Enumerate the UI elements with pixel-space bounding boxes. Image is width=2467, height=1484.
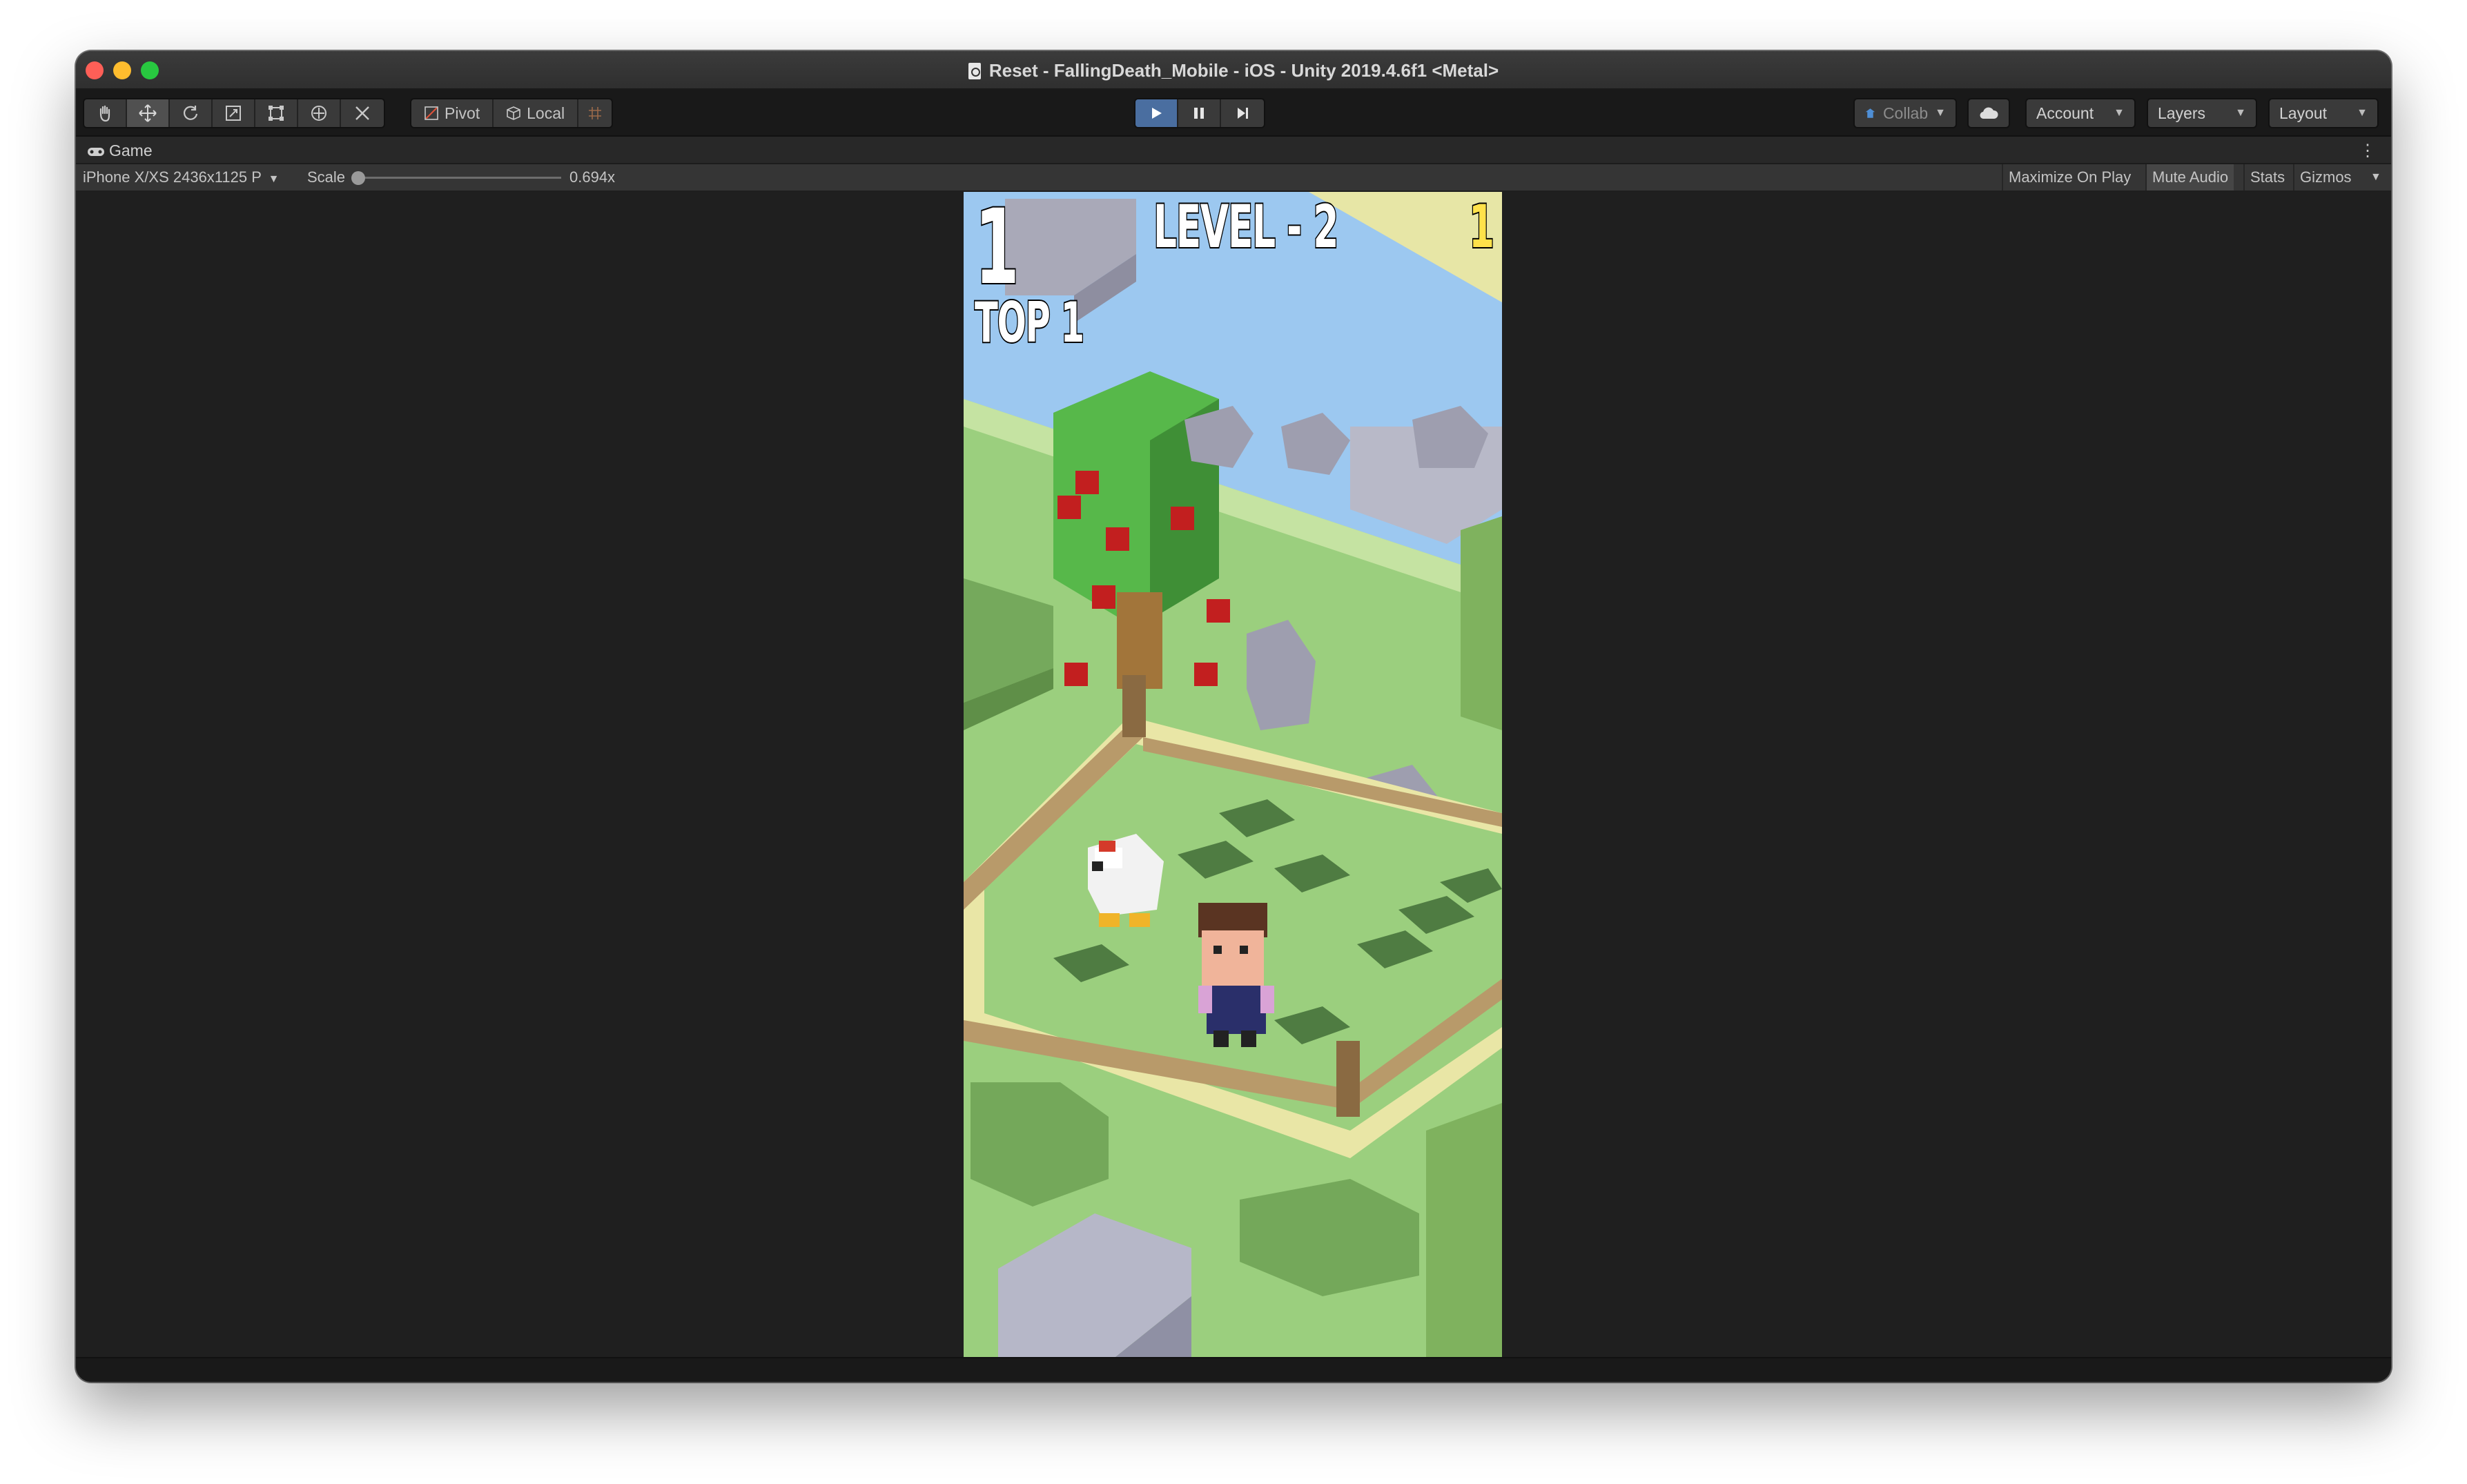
mute-audio-toggle[interactable]: Mute Audio (2145, 164, 2234, 191)
apple (1057, 496, 1081, 519)
right-terrace-front (1426, 1103, 1502, 1357)
pause-icon (1194, 108, 1204, 119)
cloud-services-button[interactable] (1967, 98, 2010, 128)
transform-tool-button[interactable] (298, 99, 341, 127)
gizmos-toggle[interactable]: Gizmos (2293, 164, 2357, 191)
transform-tool-icon (311, 106, 326, 121)
scale-value: 0.694x (569, 168, 616, 186)
grid-snap-icon (589, 107, 602, 119)
game-tab-bar: Game ⋮ (76, 137, 2391, 164)
chevron-down-icon: ▼ (2235, 107, 2246, 119)
chevron-down-icon: ▼ (268, 173, 280, 185)
cloud-icon (1980, 107, 1998, 119)
apple (1171, 507, 1194, 530)
unity-editor-window: Reset - FallingDeath_Mobile - iOS - Unit… (76, 51, 2391, 1382)
apple (1106, 527, 1129, 551)
resolution-label: iPhone X/XS 2436x1125 P (83, 168, 262, 186)
maximize-on-play-toggle[interactable]: Maximize On Play (2002, 164, 2136, 191)
window-title-text: Reset - FallingDeath_Mobile - iOS - Unit… (988, 60, 1499, 81)
hand-tool-button[interactable] (84, 99, 127, 127)
stats-toggle[interactable]: Stats (2243, 164, 2290, 191)
collab-icon (1865, 108, 1875, 118)
grid-snap-button[interactable] (578, 99, 612, 127)
local-toggle[interactable]: Local (494, 99, 579, 127)
unity-scene-icon (968, 63, 981, 79)
pivot-icon (425, 106, 438, 120)
collab-button[interactable]: Collab ▼ (1853, 98, 1957, 128)
scale-slider-track[interactable] (355, 177, 561, 179)
resolution-dropdown[interactable]: iPhone X/XS 2436x1125 P ▼ (83, 164, 279, 191)
coin-counter: 1 (1468, 193, 1496, 262)
fence-post (1122, 675, 1146, 737)
apple (1207, 599, 1230, 623)
status-bar (76, 1357, 2391, 1382)
scale-slider-handle[interactable] (351, 171, 365, 185)
play-icon (1152, 108, 1162, 119)
account-label: Account (2036, 104, 2094, 122)
chevron-down-icon: ▼ (2357, 107, 2368, 119)
tree-trunk (1117, 592, 1162, 689)
local-cube-icon (507, 106, 520, 120)
game-scene (964, 192, 1502, 1357)
transform-tools (83, 98, 385, 128)
level-indicator: LEVEL - 2 (1153, 193, 1340, 262)
gamepad-icon (88, 148, 104, 156)
layout-label: Layout (2279, 104, 2328, 122)
chevron-down-icon: ▼ (1935, 107, 1946, 119)
game-canvas[interactable]: 1 TOP 1 LEVEL - 2 1 (964, 192, 1502, 1357)
account-dropdown[interactable]: Account ▼ (2025, 98, 2136, 128)
scale-label: Scale (307, 168, 346, 186)
score-counter: 1 (974, 192, 1020, 308)
step-button[interactable] (1221, 99, 1264, 127)
pivot-label: Pivot (445, 104, 480, 122)
game-tab-label: Game (109, 141, 153, 159)
local-label: Local (527, 104, 565, 122)
step-icon (1238, 108, 1248, 119)
rect-tool-button[interactable] (255, 99, 298, 127)
layers-dropdown[interactable]: Layers ▼ (2147, 98, 2257, 128)
custom-tool-button[interactable] (341, 99, 384, 127)
move-tool-button[interactable] (127, 99, 170, 127)
custom-tool-icon (355, 106, 369, 120)
gizmos-dropdown-arrow[interactable]: ▼ (2365, 164, 2387, 191)
rotate-tool-button[interactable] (170, 99, 213, 127)
title-bar: Reset - FallingDeath_Mobile - iOS - Unit… (76, 51, 2391, 90)
pivot-local-group: Pivot Local (410, 98, 614, 128)
fence-post (1336, 1041, 1360, 1117)
top-score: TOP 1 (974, 291, 1086, 355)
pause-button[interactable] (1178, 99, 1221, 127)
game-viewport[interactable]: 1 TOP 1 LEVEL - 2 1 (76, 192, 2391, 1357)
game-view-toolbar: iPhone X/XS 2436x1125 P ▼ Scale 0.694x M… (76, 164, 2391, 192)
scale-tool-icon (226, 106, 241, 121)
scale-tool-button[interactable] (213, 99, 255, 127)
rotate-tool-icon (183, 106, 198, 120)
main-toolbar: Pivot Local Collab ▼ Account ▼ Layers ▼ … (76, 90, 2391, 137)
right-terrace (1461, 516, 1502, 730)
hand-tool-icon (99, 105, 110, 122)
tab-game[interactable]: Game (81, 137, 153, 164)
play-button[interactable] (1135, 99, 1178, 127)
layout-dropdown[interactable]: Layout ▼ (2268, 98, 2379, 128)
farmer-character (1198, 903, 1274, 1047)
move-tool-icon (139, 104, 157, 122)
more-options-icon[interactable]: ⋮ (2359, 141, 2376, 161)
apple (1064, 663, 1088, 686)
pivot-toggle[interactable]: Pivot (411, 99, 494, 127)
chevron-down-icon: ▼ (2114, 107, 2125, 119)
collab-label: Collab (1882, 104, 1929, 122)
rect-tool-icon (269, 106, 284, 121)
window-title: Reset - FallingDeath_Mobile - iOS - Unit… (76, 51, 2391, 90)
apple (1092, 585, 1115, 609)
apple (1075, 471, 1099, 494)
layers-label: Layers (2158, 104, 2206, 122)
playback-controls (1134, 98, 1265, 128)
apple (1194, 663, 1218, 686)
